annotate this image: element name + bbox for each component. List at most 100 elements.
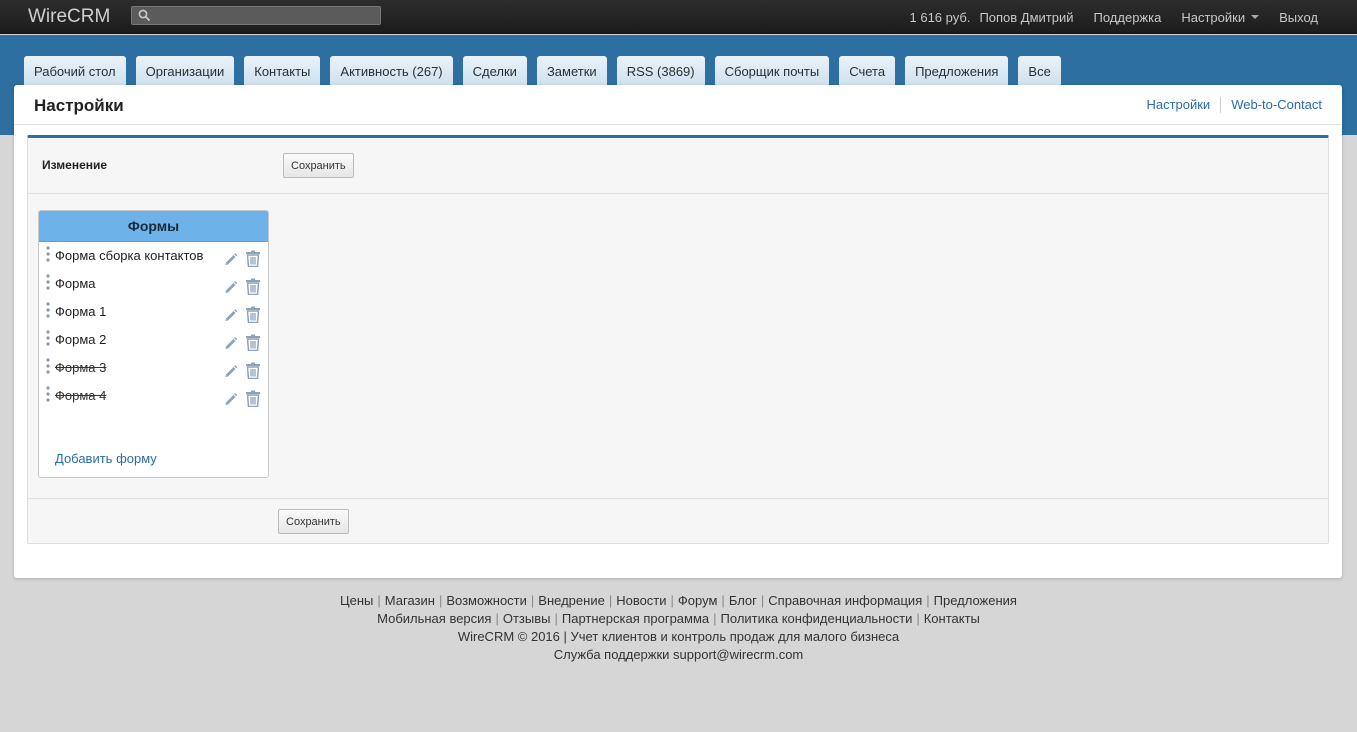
list-item[interactable]: Форма сборка контактов (39, 244, 268, 272)
form-name[interactable]: Форма 1 (55, 304, 106, 319)
logout-link[interactable]: Выход (1279, 10, 1318, 25)
settings-link[interactable]: Настройки (1146, 97, 1210, 113)
balance-link[interactable]: 1 616 руб. (910, 10, 971, 25)
pencil-icon[interactable] (224, 280, 238, 294)
save-button-bottom[interactable]: Сохранить (278, 509, 349, 534)
footer-link-shop[interactable]: Магазин (385, 592, 435, 610)
footer-links-row-1: Цены | Магазин | Возможности | Внедрение | Н… (0, 592, 1357, 610)
footer-links-row-2: Мобильная версия | Отзывы | Партнерская пр… (0, 610, 1357, 628)
footer-link-reviews[interactable]: Отзывы (503, 610, 551, 628)
search-input[interactable] (131, 6, 381, 25)
footer-link-offers[interactable]: Предложения (934, 592, 1017, 610)
panel-toolbar-bottom: Сохранить (28, 498, 1328, 544)
save-button-top[interactable]: Сохранить (283, 153, 354, 178)
form-name-disabled[interactable]: Форма 4 (55, 388, 106, 403)
footer-link-partners[interactable]: Партнерская программа (562, 610, 709, 628)
footer-link-implementation[interactable]: Внедрение (538, 592, 605, 610)
footer-separator: | (670, 593, 674, 608)
footer-separator: | (721, 593, 725, 608)
forms-list-header: Формы (39, 211, 268, 242)
tab-notes[interactable]: Заметки (536, 56, 607, 86)
tab-activity[interactable]: Активность (267) (330, 56, 453, 86)
tab-rss[interactable]: RSS (3869) (616, 56, 705, 86)
drag-handle-icon[interactable] (46, 386, 50, 402)
footer-support: Служба поддержки support@wirecrm.com (553, 647, 804, 662)
list-item[interactable]: Форма 3 (39, 356, 268, 384)
footer-separator: | (438, 593, 443, 608)
footer-separator: | (495, 611, 499, 626)
edit-label: Изменение (42, 158, 108, 172)
brand-logo[interactable]: WireCRM (28, 6, 110, 28)
pencil-icon[interactable] (224, 392, 238, 406)
pencil-icon[interactable] (224, 252, 238, 266)
settings-dropdown[interactable]: Настройки (1181, 9, 1260, 25)
form-name[interactable]: Форма сборка контактов (55, 248, 203, 263)
tab-offers[interactable]: Предложения (905, 56, 1009, 86)
tab-deals[interactable]: Сделки (462, 56, 527, 86)
chevron-down-icon (1251, 15, 1260, 19)
footer-separator: | (916, 611, 920, 626)
footer-separator: | (554, 611, 558, 626)
trash-icon[interactable] (245, 306, 261, 323)
settings-card: Настройки Настройки Web-to-Contact Измен… (14, 85, 1342, 578)
forms-list-panel: Формы Форма сборка контактов Форма Форма… (38, 210, 269, 478)
pencil-icon[interactable] (224, 364, 238, 378)
footer-copyright: WireCRM © 2016 | Учет клиентов и контрол… (457, 629, 900, 644)
footer-link-forum[interactable]: Форум (678, 592, 718, 610)
trash-icon[interactable] (245, 334, 261, 351)
top-nav-links: 1 616 руб. Попов Дмитрий Поддержка Настр… (910, 0, 1357, 34)
settings-dropdown-label: Настройки (1181, 9, 1246, 25)
footer-separator: | (377, 593, 381, 608)
footer-link-privacy[interactable]: Политика конфиденциальности (721, 610, 913, 628)
page-title: Настройки (34, 96, 124, 115)
tab-organizations[interactable]: Организации (135, 56, 235, 86)
footer-link-news[interactable]: Новости (616, 592, 666, 610)
divider (1220, 97, 1222, 113)
trash-icon[interactable] (245, 362, 261, 379)
edit-panel: Изменение Сохранить Формы Форма сборка к… (27, 135, 1329, 544)
trash-icon[interactable] (245, 390, 261, 407)
footer-separator: | (760, 593, 765, 608)
list-item[interactable]: Форма 4 (39, 384, 268, 412)
pencil-icon[interactable] (224, 308, 238, 322)
user-link[interactable]: Попов Дмитрий (979, 10, 1073, 25)
drag-handle-icon[interactable] (46, 274, 50, 290)
drag-handle-icon[interactable] (46, 246, 50, 262)
top-navbar: WireCRM 1 616 руб. Попов Дмитрий Поддерж… (0, 0, 1357, 34)
pencil-icon[interactable] (224, 336, 238, 350)
footer-link-mobile[interactable]: Мобильная версия (377, 610, 491, 628)
trash-icon[interactable] (245, 278, 261, 295)
tab-invoices[interactable]: Счета (839, 56, 896, 86)
trash-icon[interactable] (245, 250, 261, 267)
card-header: Настройки Настройки Web-to-Contact (14, 85, 1342, 125)
footer-link-help[interactable]: Справочная информация (768, 592, 922, 610)
support-link[interactable]: Поддержка (1094, 10, 1162, 25)
web-to-contact-link[interactable]: Web-to-Contact (1231, 97, 1322, 113)
form-name[interactable]: Форма 2 (55, 332, 106, 347)
tab-all[interactable]: Все (1018, 56, 1061, 86)
search-icon (138, 9, 151, 22)
footer: Цены | Магазин | Возможности | Внедрение | Н… (0, 592, 1357, 664)
add-form-link[interactable]: Добавить форму (55, 451, 157, 466)
tab-contacts[interactable]: Контакты (244, 56, 321, 86)
footer-separator: | (530, 593, 535, 608)
drag-handle-icon[interactable] (46, 358, 50, 374)
drag-handle-icon[interactable] (46, 302, 50, 318)
main-tabs: Рабочий стол Организации Контакты Активн… (24, 56, 1071, 86)
footer-link-features[interactable]: Возможности (446, 592, 527, 610)
form-name[interactable]: Форма (55, 276, 96, 291)
footer-separator: | (926, 593, 930, 608)
footer-link-prices[interactable]: Цены (340, 592, 373, 610)
footer-separator: | (713, 611, 717, 626)
list-item[interactable]: Форма 2 (39, 328, 268, 356)
tab-mail-collector[interactable]: Сборщик почты (714, 56, 830, 86)
list-item[interactable]: Форма 1 (39, 300, 268, 328)
panel-toolbar-top: Изменение Сохранить (28, 138, 1328, 194)
tab-desktop[interactable]: Рабочий стол (24, 56, 126, 86)
list-item[interactable]: Форма (39, 272, 268, 300)
footer-link-blog[interactable]: Блог (729, 592, 757, 610)
footer-link-contacts[interactable]: Контакты (924, 610, 980, 628)
form-name-disabled[interactable]: Форма 3 (55, 360, 106, 375)
header-links: Настройки Web-to-Contact (1146, 97, 1322, 113)
drag-handle-icon[interactable] (46, 330, 50, 346)
